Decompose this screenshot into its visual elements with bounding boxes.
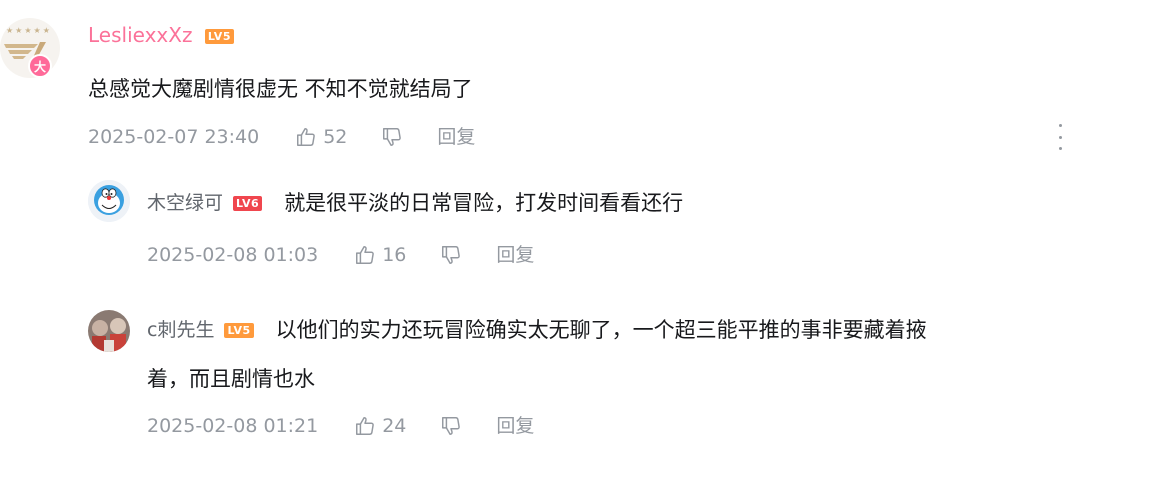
username[interactable]: LesliexxXz [88, 23, 192, 47]
reply-time: 2025-02-08 01:03 [147, 244, 319, 266]
comment-text: 总感觉大魔剧情很虚无 不知不觉就结局了 [88, 77, 473, 101]
doraemon-avatar-icon [88, 180, 130, 222]
thumbs-up-icon [356, 417, 375, 435]
level-badge: LV5 [224, 322, 254, 338]
reply-time: 2025-02-08 01:21 [147, 415, 319, 437]
thumbs-up-icon [297, 128, 316, 146]
reply-actions: 2025-02-08 01:21 24 回复 [147, 414, 568, 438]
thumbs-up-icon [356, 246, 375, 264]
dislike-button[interactable] [440, 244, 462, 266]
more-vertical-icon[interactable] [1052, 124, 1068, 150]
username[interactable]: 木空绿可 [147, 190, 223, 216]
level-badge: LV5 [204, 29, 234, 44]
like-button[interactable]: 24 [354, 414, 406, 438]
avatar-stars-decoration: ★★★★★ [6, 26, 52, 35]
username[interactable]: c刺先生 [147, 317, 214, 343]
reply-button[interactable]: 回复 [437, 125, 475, 149]
photo-avatar-icon [88, 310, 130, 352]
reply-text-line-1: 以他们的实力还玩冒险确实太无聊了，一个超三能平推的事非要藏着掖 [275, 318, 927, 342]
reply-text-line-2: 着，而且剧情也水 [147, 367, 315, 391]
thumbs-down-icon [383, 128, 402, 146]
level-badge: LV6 [233, 195, 263, 211]
like-count: 24 [382, 415, 407, 437]
like-button[interactable]: 16 [354, 243, 406, 267]
reply-avatar[interactable] [88, 180, 130, 222]
reply-button[interactable]: 回复 [496, 243, 534, 267]
reply-actions: 2025-02-08 01:03 16 回复 [147, 243, 568, 267]
reply-header: 木空绿可 LV6 就是很平淡的日常冒险，打发时间看看还行 [147, 188, 683, 218]
dislike-button[interactable] [381, 126, 403, 148]
like-count: 52 [323, 126, 348, 148]
thumbs-down-icon [442, 417, 461, 435]
reply-header: c刺先生 LV5 以他们的实力还玩冒险确实太无聊了，一个超三能平推的事非要藏着掖 [147, 315, 927, 345]
like-count: 16 [382, 244, 407, 266]
reply-text: 就是很平淡的日常冒险，打发时间看看还行 [284, 191, 684, 215]
comment-time: 2025-02-07 23:40 [88, 126, 260, 148]
reply-avatar[interactable] [88, 310, 130, 352]
comment-actions: 2025-02-07 23:40 52 回复 [88, 125, 509, 149]
like-button[interactable]: 52 [295, 125, 347, 149]
reply-button[interactable]: 回复 [496, 414, 534, 438]
dislike-button[interactable] [440, 415, 462, 437]
vip-badge: 大 [28, 54, 52, 78]
thumbs-down-icon [442, 246, 461, 264]
comment-author[interactable]: LesliexxXz LV5 [88, 22, 234, 48]
